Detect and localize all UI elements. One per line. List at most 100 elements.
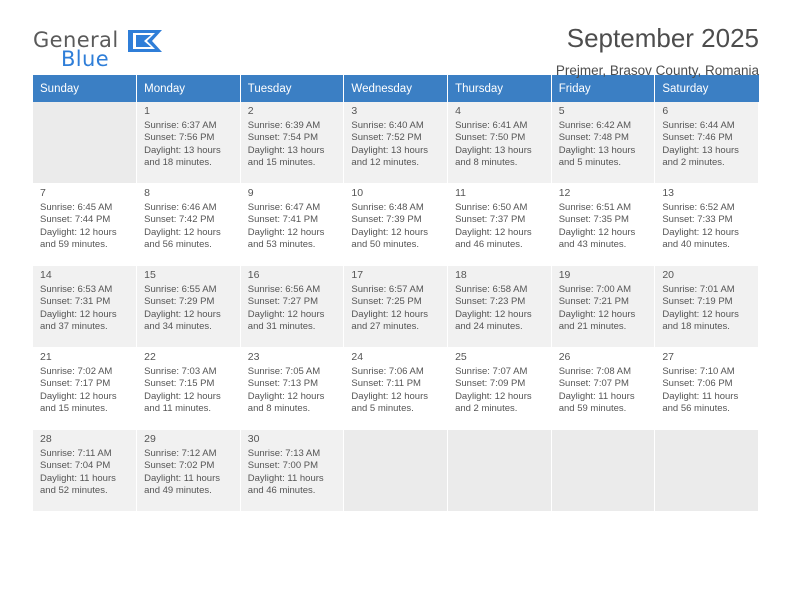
calendar-day-cell[interactable]: 11 Sunrise: 6:50 AM Sunset: 7:37 PM Dayli… (447, 183, 552, 266)
page-title: September 2025 (566, 23, 759, 53)
calendar-week-row: 14 Sunrise: 6:53 AM Sunset: 7:31 PM Dayli… (33, 265, 759, 348)
day-number: 21 (40, 351, 52, 363)
calendar-week-row: 21 Sunrise: 7:02 AM Sunset: 7:17 PM Dayli… (33, 347, 759, 430)
calendar-day-cell[interactable]: 17 Sunrise: 6:57 AM Sunset: 7:25 PM Dayli… (343, 265, 449, 348)
day-sun-info: Sunrise: 6:45 AM Sunset: 7:44 PM Dayligh… (40, 202, 117, 251)
day-sun-info: Sunrise: 6:50 AM Sunset: 7:37 PM Dayligh… (455, 202, 532, 251)
day-sun-info: Sunrise: 6:57 AM Sunset: 7:25 PM Dayligh… (351, 284, 428, 333)
day-sun-info: Sunrise: 7:01 AM Sunset: 7:19 PM Dayligh… (662, 284, 739, 333)
day-sun-info: Sunrise: 6:52 AM Sunset: 7:33 PM Dayligh… (662, 202, 739, 251)
day-number: 10 (351, 187, 364, 199)
weekday-header-tuesday: Tuesday (240, 75, 345, 102)
calendar-day-cell[interactable]: 8 Sunrise: 6:46 AM Sunset: 7:42 PM Daylig… (136, 183, 241, 266)
title-block: September 2025 Prejmer, Brasov County, R… (556, 22, 759, 78)
calendar-day-cell[interactable]: 19 Sunrise: 7:00 AM Sunset: 7:21 PM Dayli… (551, 265, 656, 348)
calendar-day-cell[interactable]: 23 Sunrise: 7:05 AM Sunset: 7:13 PM Dayli… (240, 347, 345, 430)
day-sun-info: Sunrise: 6:51 AM Sunset: 7:35 PM Dayligh… (558, 202, 636, 251)
day-number: 6 (662, 105, 669, 117)
day-sun-info: Sunrise: 6:37 AM Sunset: 7:56 PM Dayligh… (144, 120, 221, 169)
calendar-day-cell[interactable]: 20 Sunrise: 7:01 AM Sunset: 7:19 PM Dayli… (654, 265, 759, 348)
day-number: 3 (351, 105, 358, 117)
day-sun-info: Sunrise: 7:00 AM Sunset: 7:21 PM Dayligh… (558, 284, 636, 333)
day-number: 23 (247, 351, 260, 363)
calendar-day-cell[interactable]: 4 Sunrise: 6:41 AM Sunset: 7:50 PM Daylig… (447, 102, 552, 184)
day-sun-info: Sunrise: 7:02 AM Sunset: 7:17 PM Dayligh… (40, 366, 117, 415)
day-number: 25 (455, 351, 467, 363)
calendar-day-cell[interactable]: 27 Sunrise: 7:10 AM Sunset: 7:06 PM Dayli… (654, 347, 759, 430)
weekday-header-friday: Friday (551, 75, 656, 102)
day-number: 15 (144, 269, 156, 281)
calendar-table: Sunday Monday Tuesday Wednesday Thursday… (33, 75, 759, 512)
day-sun-info: Sunrise: 6:47 AM Sunset: 7:41 PM Dayligh… (247, 202, 325, 251)
calendar-day-cell[interactable]: 25 Sunrise: 7:07 AM Sunset: 7:09 PM Dayli… (447, 347, 552, 430)
day-number: 28 (40, 433, 52, 445)
day-sun-info: Sunrise: 6:40 AM Sunset: 7:52 PM Dayligh… (351, 120, 428, 169)
day-number: 20 (662, 269, 675, 281)
day-sun-info: Sunrise: 6:46 AM Sunset: 7:42 PM Dayligh… (144, 202, 221, 251)
calendar-day-cell[interactable]: 14 Sunrise: 6:53 AM Sunset: 7:31 PM Dayli… (33, 265, 138, 348)
day-number: 22 (144, 351, 156, 363)
calendar-day-cell[interactable]: 7 Sunrise: 6:45 AM Sunset: 7:44 PM Daylig… (33, 183, 138, 266)
day-sun-info: Sunrise: 7:06 AM Sunset: 7:11 PM Dayligh… (351, 366, 428, 415)
calendar-day-cell[interactable]: 1 Sunrise: 6:37 AM Sunset: 7:56 PM Daylig… (136, 102, 241, 184)
day-number: 19 (558, 269, 571, 281)
day-number: 30 (247, 433, 260, 445)
calendar-day-cell[interactable]: 22 Sunrise: 7:03 AM Sunset: 7:15 PM Dayli… (136, 347, 241, 430)
day-number: 8 (144, 187, 150, 199)
day-sun-info: Sunrise: 6:44 AM Sunset: 7:46 PM Dayligh… (662, 120, 739, 169)
calendar-day-cell[interactable]: 2 Sunrise: 6:39 AM Sunset: 7:54 PM Daylig… (240, 102, 345, 184)
calendar-day-cell[interactable]: 6 Sunrise: 6:44 AM Sunset: 7:46 PM Daylig… (654, 102, 759, 184)
weekday-header-thursday: Thursday (447, 75, 552, 102)
page-subtitle: Prejmer, Brasov County, Romania (555, 63, 759, 78)
day-number: 4 (455, 105, 461, 117)
day-sun-info: Sunrise: 7:08 AM Sunset: 7:07 PM Dayligh… (558, 366, 635, 415)
day-number: 26 (558, 351, 571, 363)
day-number: 13 (662, 187, 675, 199)
calendar-body: 1 Sunrise: 6:37 AM Sunset: 7:56 PM Daylig… (33, 102, 759, 512)
calendar-day-cell[interactable]: 26 Sunrise: 7:08 AM Sunset: 7:07 PM Dayli… (551, 347, 656, 430)
calendar-week-row: 1 Sunrise: 6:37 AM Sunset: 7:56 PM Daylig… (33, 102, 759, 184)
calendar-day-cell[interactable]: 16 Sunrise: 6:56 AM Sunset: 7:27 PM Dayli… (240, 265, 345, 348)
day-number: 14 (40, 269, 52, 281)
day-number: 5 (558, 105, 565, 117)
calendar-week-row: 7 Sunrise: 6:45 AM Sunset: 7:44 PM Daylig… (33, 183, 759, 266)
calendar-day-cell[interactable]: 21 Sunrise: 7:02 AM Sunset: 7:17 PM Dayli… (33, 347, 138, 430)
calendar-day-cell[interactable]: 9 Sunrise: 6:47 AM Sunset: 7:41 PM Daylig… (240, 183, 345, 266)
calendar-day-cell[interactable]: 10 Sunrise: 6:48 AM Sunset: 7:39 PM Dayli… (343, 183, 449, 266)
calendar-day-cell[interactable]: 3 Sunrise: 6:40 AM Sunset: 7:52 PM Daylig… (343, 102, 449, 184)
day-sun-info: Sunrise: 6:56 AM Sunset: 7:27 PM Dayligh… (247, 284, 325, 333)
calendar-day-cell[interactable]: 15 Sunrise: 6:55 AM Sunset: 7:29 PM Dayli… (136, 265, 241, 348)
calendar-day-cell[interactable]: 24 Sunrise: 7:06 AM Sunset: 7:11 PM Dayli… (343, 347, 449, 430)
logo[interactable]: General Blue (33, 28, 213, 72)
day-sun-info: Sunrise: 6:53 AM Sunset: 7:31 PM Dayligh… (40, 284, 117, 333)
calendar-day-cell[interactable]: 30 Sunrise: 7:13 AM Sunset: 7:00 PM Dayli… (240, 429, 345, 512)
day-number: 18 (455, 269, 467, 281)
calendar-week-row: 28 Sunrise: 7:11 AM Sunset: 7:04 PM Dayli… (33, 429, 759, 512)
day-sun-info: Sunrise: 7:12 AM Sunset: 7:02 PM Dayligh… (144, 448, 221, 497)
calendar-day-cell[interactable]: 18 Sunrise: 6:58 AM Sunset: 7:23 PM Dayli… (447, 265, 552, 348)
calendar-day-cell[interactable]: 13 Sunrise: 6:52 AM Sunset: 7:33 PM Dayli… (654, 183, 759, 266)
calendar-empty-cell (654, 429, 759, 512)
calendar-day-cell[interactable]: 5 Sunrise: 6:42 AM Sunset: 7:48 PM Daylig… (551, 102, 656, 184)
day-number: 16 (247, 269, 260, 281)
calendar-day-cell[interactable]: 12 Sunrise: 6:51 AM Sunset: 7:35 PM Dayli… (551, 183, 656, 266)
day-number: 12 (558, 187, 571, 199)
day-sun-info: Sunrise: 6:41 AM Sunset: 7:50 PM Dayligh… (455, 120, 532, 169)
day-sun-info: Sunrise: 7:11 AM Sunset: 7:04 PM Dayligh… (40, 448, 116, 497)
calendar-day-cell[interactable]: 28 Sunrise: 7:11 AM Sunset: 7:04 PM Dayli… (33, 429, 138, 512)
calendar-day-cell[interactable]: 29 Sunrise: 7:12 AM Sunset: 7:02 PM Dayli… (136, 429, 241, 512)
day-sun-info: Sunrise: 7:05 AM Sunset: 7:13 PM Dayligh… (247, 366, 325, 415)
day-sun-info: Sunrise: 7:10 AM Sunset: 7:06 PM Dayligh… (662, 366, 739, 415)
day-number: 29 (144, 433, 156, 445)
day-number: 27 (662, 351, 675, 363)
calendar-empty-cell (551, 429, 656, 512)
calendar-empty-cell (447, 429, 552, 512)
weekday-header-wednesday: Wednesday (343, 75, 449, 102)
day-number: 17 (351, 269, 364, 281)
day-sun-info: Sunrise: 6:58 AM Sunset: 7:23 PM Dayligh… (455, 284, 532, 333)
day-number: 24 (351, 351, 364, 363)
flag-icon (128, 30, 162, 52)
day-sun-info: Sunrise: 6:39 AM Sunset: 7:54 PM Dayligh… (247, 120, 325, 169)
day-number: 7 (40, 187, 46, 199)
calendar-page: General Blue September 2025 Prejmer, Bra… (0, 0, 792, 612)
